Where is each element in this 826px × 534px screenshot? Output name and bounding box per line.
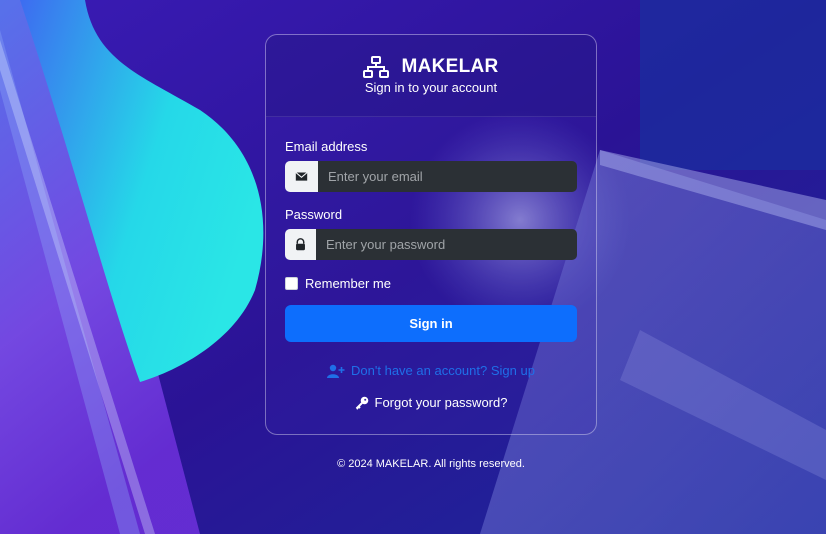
- email-label: Email address: [285, 139, 368, 154]
- footer-copyright: © 2024 MAKELAR. All rights reserved.: [337, 458, 525, 470]
- lock-icon: [285, 229, 316, 260]
- brand-name: MAKELAR: [401, 56, 499, 77]
- key-icon: [355, 396, 368, 410]
- forgot-password-link[interactable]: Forgot your password?: [375, 395, 508, 410]
- login-card: MAKELAR Sign in to your account Email ad…: [265, 34, 597, 435]
- email-input[interactable]: [318, 161, 577, 192]
- email-input-group: [285, 161, 577, 192]
- password-input[interactable]: [316, 229, 577, 260]
- envelope-icon: [285, 161, 318, 192]
- login-form: Email address Password Remember me Sign …: [266, 117, 596, 410]
- remember-checkbox[interactable]: [285, 277, 298, 290]
- signup-row: Don't have an account? Sign up: [285, 363, 577, 378]
- sitemap-icon: [363, 56, 390, 78]
- remember-row: Remember me: [285, 276, 577, 291]
- sign-in-button[interactable]: Sign in: [285, 305, 577, 342]
- forgot-row: Forgot your password?: [285, 395, 577, 410]
- page-subtitle: Sign in to your account: [364, 80, 498, 95]
- card-header: MAKELAR Sign in to your account: [266, 35, 596, 117]
- password-label: Password: [285, 207, 343, 222]
- remember-label[interactable]: Remember me: [305, 276, 391, 291]
- brand: MAKELAR: [266, 35, 596, 78]
- signup-link[interactable]: Don't have an account? Sign up: [351, 363, 535, 378]
- password-input-group: [285, 229, 577, 260]
- user-plus-icon: [327, 364, 345, 378]
